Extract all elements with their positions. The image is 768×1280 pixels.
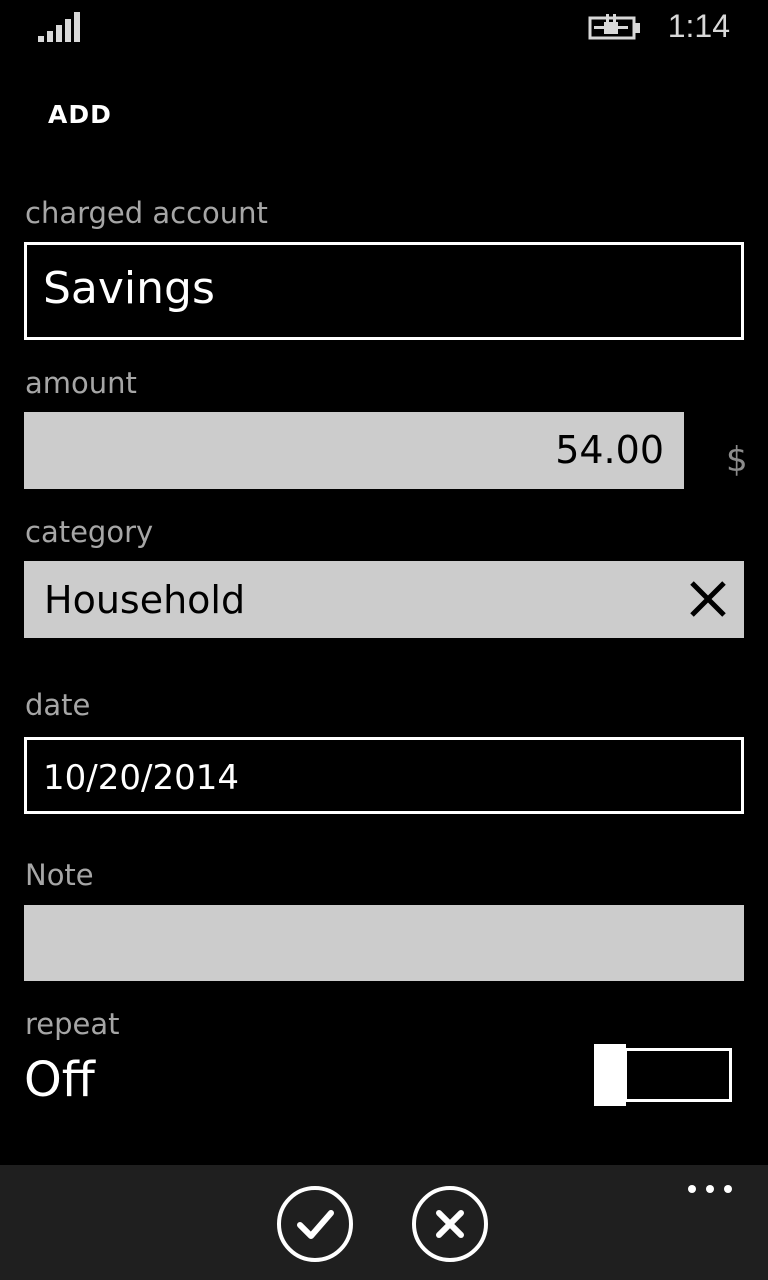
date-value: 10/20/2014 [43, 758, 239, 798]
charged-account-picker[interactable]: Savings [24, 242, 744, 340]
date-label: date [25, 688, 91, 722]
status-bar: 1:14 [0, 0, 768, 60]
signal-bars-icon [38, 12, 80, 42]
checkmark-icon[interactable] [276, 1185, 354, 1263]
category-label: category [25, 515, 154, 549]
page-title: ADD [48, 100, 112, 129]
category-input[interactable]: Household [24, 561, 744, 638]
note-input[interactable] [24, 905, 744, 981]
toggle-thumb[interactable] [594, 1044, 626, 1106]
note-label: Note [25, 858, 94, 892]
app-bar [0, 1165, 768, 1280]
battery-charging-icon [588, 14, 640, 40]
cancel-icon[interactable] [411, 1185, 489, 1263]
currency-symbol: $ [726, 440, 748, 480]
amount-value: 54.00 [555, 428, 664, 472]
repeat-toggle-switch[interactable] [594, 1044, 739, 1106]
date-picker[interactable]: 10/20/2014 [24, 737, 744, 814]
toggle-track [624, 1048, 732, 1102]
close-icon[interactable] [688, 579, 728, 619]
charged-account-label: charged account [25, 196, 268, 230]
add-transaction-screen: 1:14 ADD charged account Savings amount … [0, 0, 768, 1280]
charged-account-value: Savings [43, 263, 215, 314]
repeat-state: Off [24, 1052, 95, 1108]
repeat-label: repeat [25, 1007, 120, 1041]
ellipsis-icon[interactable] [680, 1175, 740, 1203]
status-clock: 1:14 [667, 8, 730, 44]
category-value: Household [44, 578, 246, 622]
amount-input[interactable]: 54.00 [24, 412, 684, 489]
amount-label: amount [25, 366, 137, 400]
